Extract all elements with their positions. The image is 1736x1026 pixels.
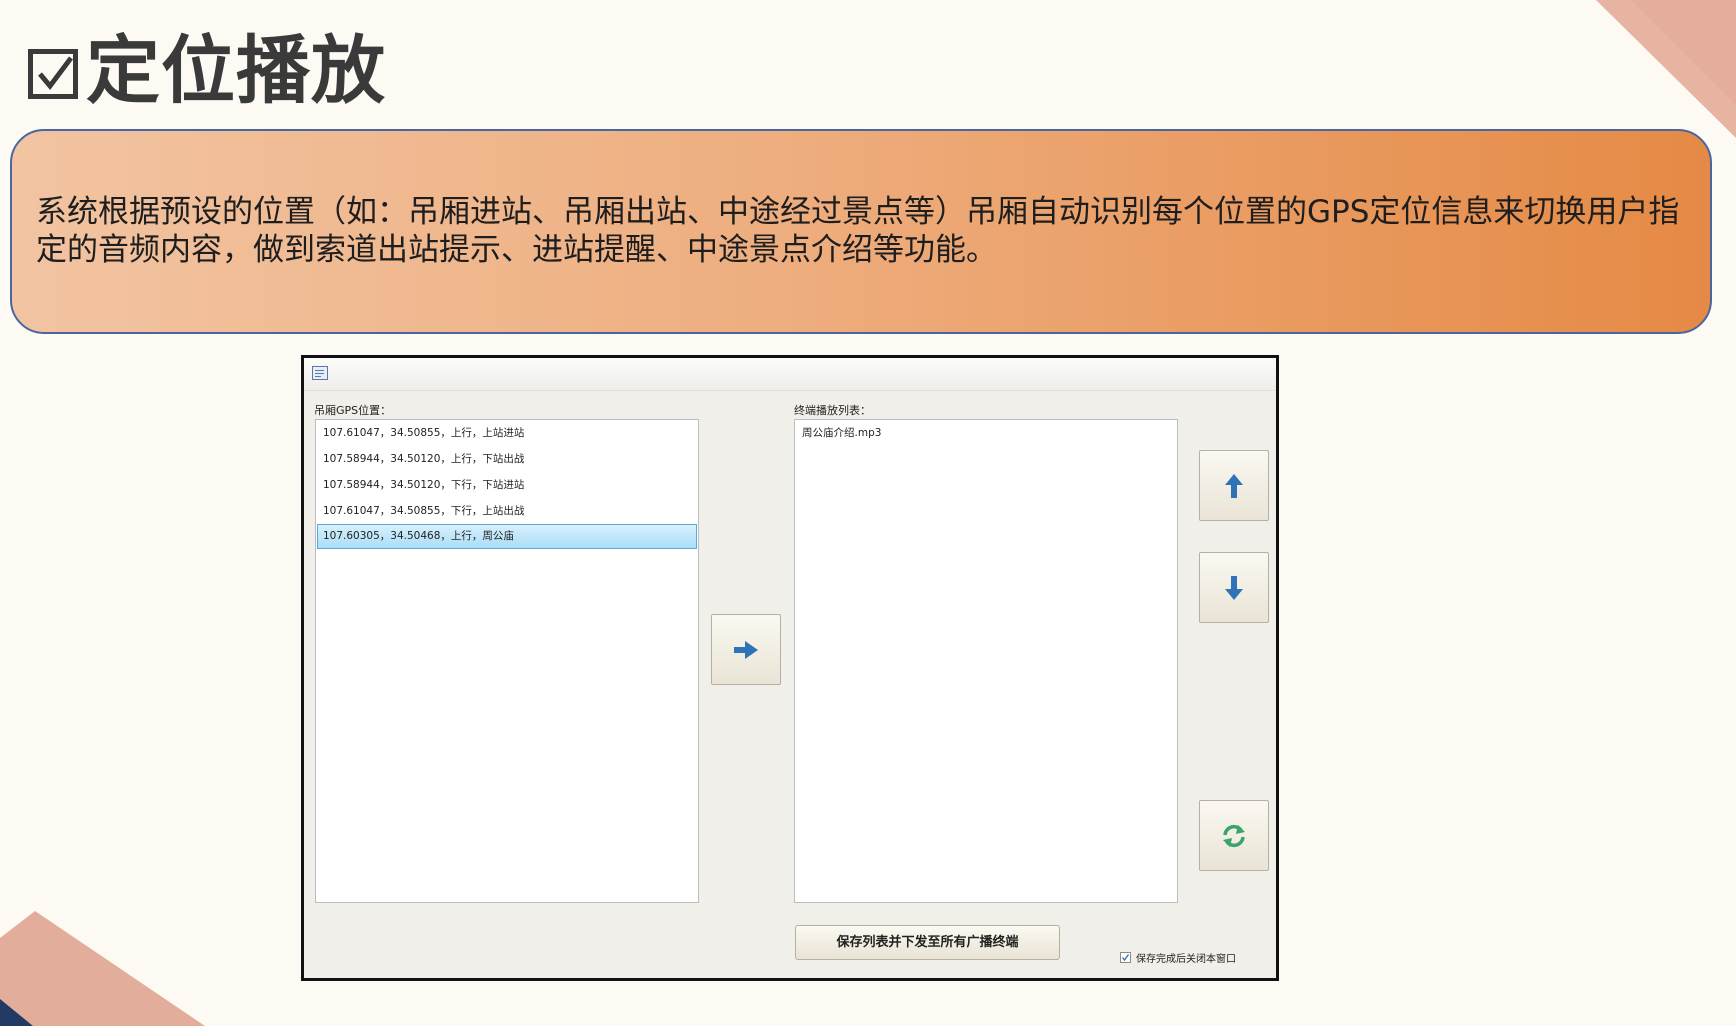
list-item[interactable]: 107.61047，34.50855，上行，上站进站	[317, 421, 697, 446]
terminal-playlist[interactable]: 周公庙介绍.mp3	[794, 419, 1178, 903]
list-item[interactable]: 107.61047，34.50855，下行，上站出战	[317, 499, 697, 524]
add-to-playlist-button[interactable]	[711, 614, 781, 685]
move-up-button[interactable]	[1199, 450, 1269, 521]
description-banner: 系统根据预设的位置（如：吊厢进站、吊厢出站、中途经过景点等）吊厢自动识别每个位置…	[10, 129, 1712, 334]
arrow-up-icon	[1225, 473, 1243, 498]
gps-playlist-dialog: 吊厢GPS位置： 107.61047，34.50855，上行，上站进站 107.…	[301, 355, 1279, 981]
arrow-down-icon	[1225, 575, 1243, 600]
page-title-text: 定位播放	[86, 28, 386, 114]
decor-top-right	[1536, 0, 1736, 138]
move-down-button[interactable]	[1199, 552, 1269, 623]
description-text: 系统根据预设的位置（如：吊厢进站、吊厢出站、中途经过景点等）吊厢自动识别每个位置…	[36, 194, 1680, 268]
arrow-right-icon	[734, 640, 758, 659]
window-title-bar	[304, 358, 1276, 391]
gps-position-list[interactable]: 107.61047，34.50855，上行，上站进站 107.58944，34.…	[315, 419, 699, 903]
refresh-icon	[1223, 824, 1245, 847]
save-and-dispatch-button[interactable]: 保存列表并下发至所有广播终端	[795, 925, 1060, 960]
list-item-selected[interactable]: 107.60305，34.50468，上行，周公庙	[317, 524, 697, 549]
list-item[interactable]: 107.58944，34.50120，下行，下站进站	[317, 473, 697, 498]
page-title: 定位播放	[28, 34, 386, 108]
list-item[interactable]: 周公庙介绍.mp3	[796, 421, 1176, 446]
refresh-button[interactable]	[1199, 800, 1269, 871]
close-after-save-option[interactable]: 保存完成后关闭本窗口	[1120, 950, 1236, 965]
gps-list-label: 吊厢GPS位置：	[314, 404, 392, 417]
close-after-save-checkbox[interactable]	[1120, 952, 1131, 963]
list-item[interactable]: 107.58944，34.50120，上行，下站出战	[317, 447, 697, 472]
playlist-label: 终端播放列表：	[794, 404, 871, 417]
window-icon	[312, 366, 328, 380]
close-after-save-label: 保存完成后关闭本窗口	[1136, 954, 1236, 965]
decor-bottom-left	[0, 911, 205, 1026]
checkbox-title-icon	[28, 49, 78, 99]
